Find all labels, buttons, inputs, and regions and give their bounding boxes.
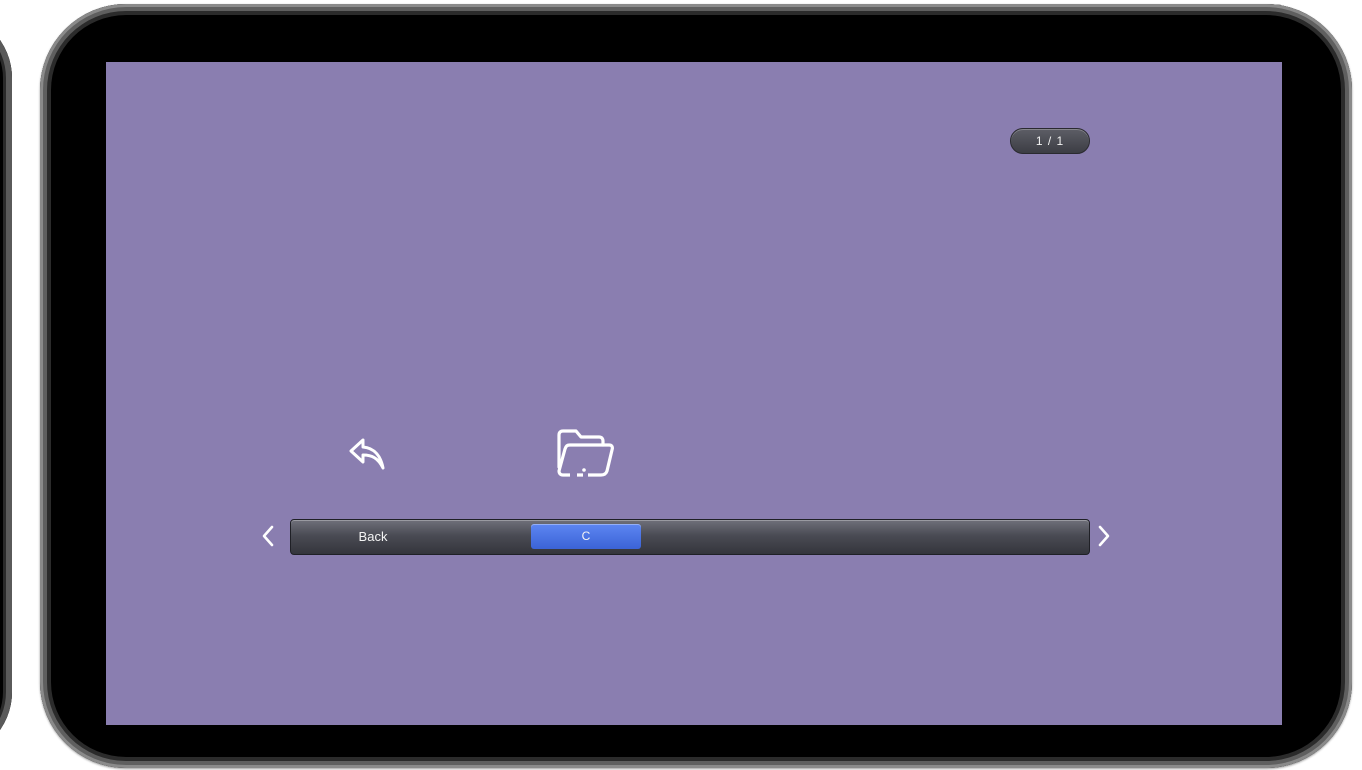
screen: 1 / 1 Back C [106, 62, 1282, 725]
label-back[interactable]: Back [331, 524, 415, 549]
chevron-right-icon [1098, 525, 1110, 547]
back-arrow-icon [349, 438, 385, 470]
tablet-frame: 1 / 1 Back C [40, 4, 1352, 768]
shelf-label-bar: Back C [290, 519, 1090, 555]
page-indicator: 1 / 1 [1010, 128, 1090, 154]
next-button[interactable] [1094, 518, 1114, 554]
label-c-selected[interactable]: C [531, 524, 641, 549]
folder-icon [557, 429, 614, 478]
chevron-left-icon [262, 525, 274, 547]
back-tile[interactable] [338, 422, 402, 486]
previous-button[interactable] [258, 518, 278, 554]
stage: 1 / 1 Back C [0, 0, 1362, 770]
adjacent-device-frame [0, 12, 12, 758]
folder-tile[interactable] [553, 422, 617, 486]
